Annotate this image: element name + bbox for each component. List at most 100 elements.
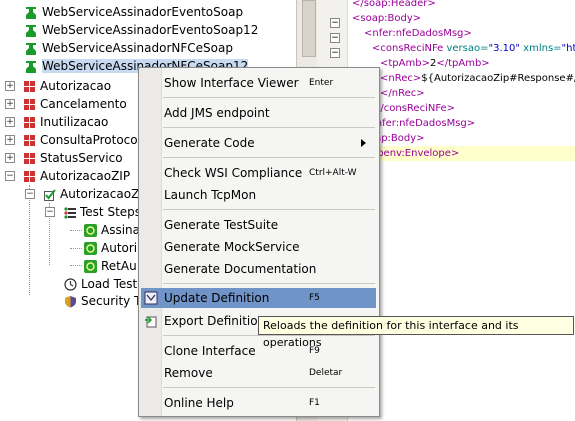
fold-toggle[interactable]: − <box>330 48 340 58</box>
testsuite-icon <box>24 152 35 164</box>
tree-item-interface[interactable]: WebServiceAssinadorNFCeSoap <box>24 39 233 57</box>
tree-item-testsuite[interactable]: Inutilizacao <box>24 113 108 131</box>
xml-line: <tpAmb>2</tpAmb> <box>380 56 490 71</box>
xml-line: <nfer:nfeDadosMsg> <box>364 26 472 41</box>
tree-item-label: Inutilizacao <box>40 115 109 129</box>
tree-connector <box>70 248 82 249</box>
expand-toggle[interactable]: + <box>5 117 15 127</box>
expand-toggle[interactable]: + <box>5 135 15 145</box>
menu-item-label: Generate Code <box>164 136 255 150</box>
context-menu: Show Interface Viewer Enter Add JMS endp… <box>138 67 380 417</box>
tree-connector <box>70 230 82 231</box>
xml-tag: <nfer:nfeDadosMsg> <box>364 28 472 39</box>
menu-item-update-definition[interactable]: Update Definition F5 <box>141 288 376 308</box>
menu-item-label: Generate Documentation <box>164 262 317 276</box>
menu-item-generate-mockservice[interactable]: Generate MockService <box>141 237 376 257</box>
tree-item-test-steps[interactable]: Test Steps <box>64 203 141 221</box>
load-test-icon <box>64 278 77 291</box>
tree-item-testsuite[interactable]: AutorizacaoZIP <box>24 167 130 185</box>
menu-separator <box>163 157 375 158</box>
soap-binding-icon <box>26 24 36 37</box>
test-steps-icon <box>64 206 76 219</box>
xml-line: </soap:Header> <box>352 0 436 11</box>
menu-separator <box>163 283 375 284</box>
menu-item-add-jms-endpoint[interactable]: Add JMS endpoint <box>141 103 376 123</box>
menu-item-clone-interface[interactable]: Clone Interface F9 <box>141 341 376 361</box>
menu-item-generate-testsuite[interactable]: Generate TestSuite <box>141 215 376 235</box>
xml-attr: xmlns= <box>519 43 562 54</box>
tree-item-testsuite[interactable]: StatusServico <box>24 149 123 167</box>
menu-item-label: Remove <box>164 366 213 380</box>
testsuite-icon <box>24 170 35 182</box>
xml-attr-value: "3.10" <box>488 43 520 54</box>
tree-item-label: Autorizacao <box>40 79 112 93</box>
xml-tag: <soap:Body> <box>352 13 422 24</box>
menu-item-launch-tcpmon[interactable]: Launch TcpMon <box>141 185 376 205</box>
tree-item-test-step[interactable]: RetAu <box>84 257 137 275</box>
testcase-check-icon <box>44 188 56 201</box>
menu-item-shortcut: F5 <box>309 293 320 303</box>
menu-item-label: Show Interface Viewer <box>164 76 299 90</box>
xml-tag: </soap:Header> <box>352 0 436 9</box>
export-definition-icon <box>145 316 157 328</box>
tree-item-testsuite[interactable]: ConsultaProtocolo <box>24 131 148 149</box>
testsuite-icon <box>24 134 35 146</box>
menu-item-generate-documentation[interactable]: Generate Documentation <box>141 259 376 279</box>
menu-item-check-wsi-compliance[interactable]: Check WSI Compliance Ctrl+Alt-W <box>141 163 376 183</box>
xml-line: </consReciNFe> <box>372 101 455 116</box>
menu-item-label: Generate MockService <box>164 240 300 254</box>
xml-tag: <tpAmb> <box>380 58 430 69</box>
collapse-toggle[interactable]: − <box>25 189 35 199</box>
expand-toggle[interactable]: + <box>5 81 15 91</box>
tree-item-testsuite[interactable]: Cancelamento <box>24 95 127 113</box>
menu-separator <box>163 387 375 388</box>
menu-item-generate-code[interactable]: Generate Code <box>141 133 376 153</box>
menu-item-label: Check WSI Compliance <box>164 166 303 180</box>
tree-scrollbar-thumb[interactable] <box>302 0 316 57</box>
tree-item-interface[interactable]: WebServiceAssinadorEventoSoap12 <box>24 21 258 39</box>
xml-tag: </nRec> <box>380 88 425 99</box>
tree-item-test-step[interactable]: Autori <box>84 239 137 257</box>
soap-binding-icon <box>26 60 36 73</box>
collapse-toggle[interactable]: − <box>45 207 55 217</box>
soap-binding-icon <box>26 42 36 55</box>
fold-toggle[interactable]: − <box>330 33 340 43</box>
menu-item-show-interface-viewer[interactable]: Show Interface Viewer Enter <box>141 73 376 93</box>
xml-line: <consReciNFe versao="3.10" xmlns="http:/ <box>372 41 575 56</box>
menu-item-label: Generate TestSuite <box>164 218 279 232</box>
menu-item-shortcut: Deletar <box>309 368 343 378</box>
tooltip: Reloads the definition for this interfac… <box>258 316 574 349</box>
menu-item-online-help[interactable]: Online Help F1 <box>141 393 376 413</box>
tree-item-test-step[interactable]: Assina <box>84 221 140 239</box>
xml-line: <soap:Body> <box>352 11 421 26</box>
tree-item-security-test[interactable]: Security T <box>64 292 141 310</box>
menu-item-label: Add JMS endpoint <box>164 106 270 120</box>
tree-item-label: Cancelamento <box>40 97 127 111</box>
menu-separator <box>163 97 375 98</box>
tree-connector <box>29 185 30 295</box>
xml-line: </nfer:nfeDadosMsg> <box>364 116 475 131</box>
tree-item-load-test[interactable]: Load Test <box>64 275 137 293</box>
tree-item-label: Test Steps <box>80 205 142 219</box>
xml-tag: </tpAmb> <box>436 58 490 69</box>
xml-text: ${AutorizacaoZip#Response#//*: <box>421 73 575 84</box>
menu-item-remove[interactable]: Remove Deletar <box>141 363 376 383</box>
xml-editor[interactable]: </soap:Header> <soap:Body> <nfer:nfeDado… <box>348 0 575 421</box>
update-definition-icon <box>144 291 158 305</box>
tree-item-label: WebServiceAssinadorNFCeSoap <box>42 41 233 55</box>
testsuite-icon <box>24 80 35 92</box>
tree-item-label: AutorizacaoZi <box>60 187 143 201</box>
tree-item-interface[interactable]: WebServiceAssinadorEventoSoap <box>24 3 243 21</box>
fold-toggle[interactable]: − <box>330 18 340 28</box>
tree-item-label: Autori <box>101 241 138 255</box>
expand-toggle[interactable]: + <box>5 99 15 109</box>
expand-toggle[interactable]: + <box>5 153 15 163</box>
soap-step-icon <box>84 260 97 273</box>
menu-item-shortcut: Enter <box>309 78 334 88</box>
tree-item-label: Security T <box>81 294 142 308</box>
collapse-toggle[interactable]: − <box>5 171 15 181</box>
tree-item-testsuite[interactable]: Autorizacao <box>24 77 111 95</box>
submenu-arrow-icon <box>361 139 366 147</box>
tree-item-testcase[interactable]: AutorizacaoZi <box>44 185 143 203</box>
tree-item-label: ConsultaProtocolo <box>40 133 149 147</box>
